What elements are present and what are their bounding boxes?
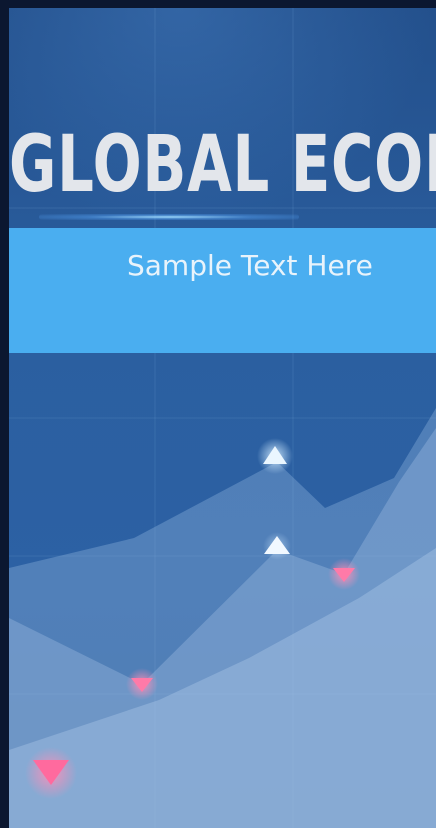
slide: Sample Text Here GLOBAL ECONO	[9, 8, 436, 828]
subtitle-band	[9, 228, 436, 353]
slide-subtitle: Sample Text Here	[127, 249, 373, 282]
slide-title: GLOBAL ECONO	[9, 120, 436, 210]
title-glow-line	[39, 214, 299, 220]
